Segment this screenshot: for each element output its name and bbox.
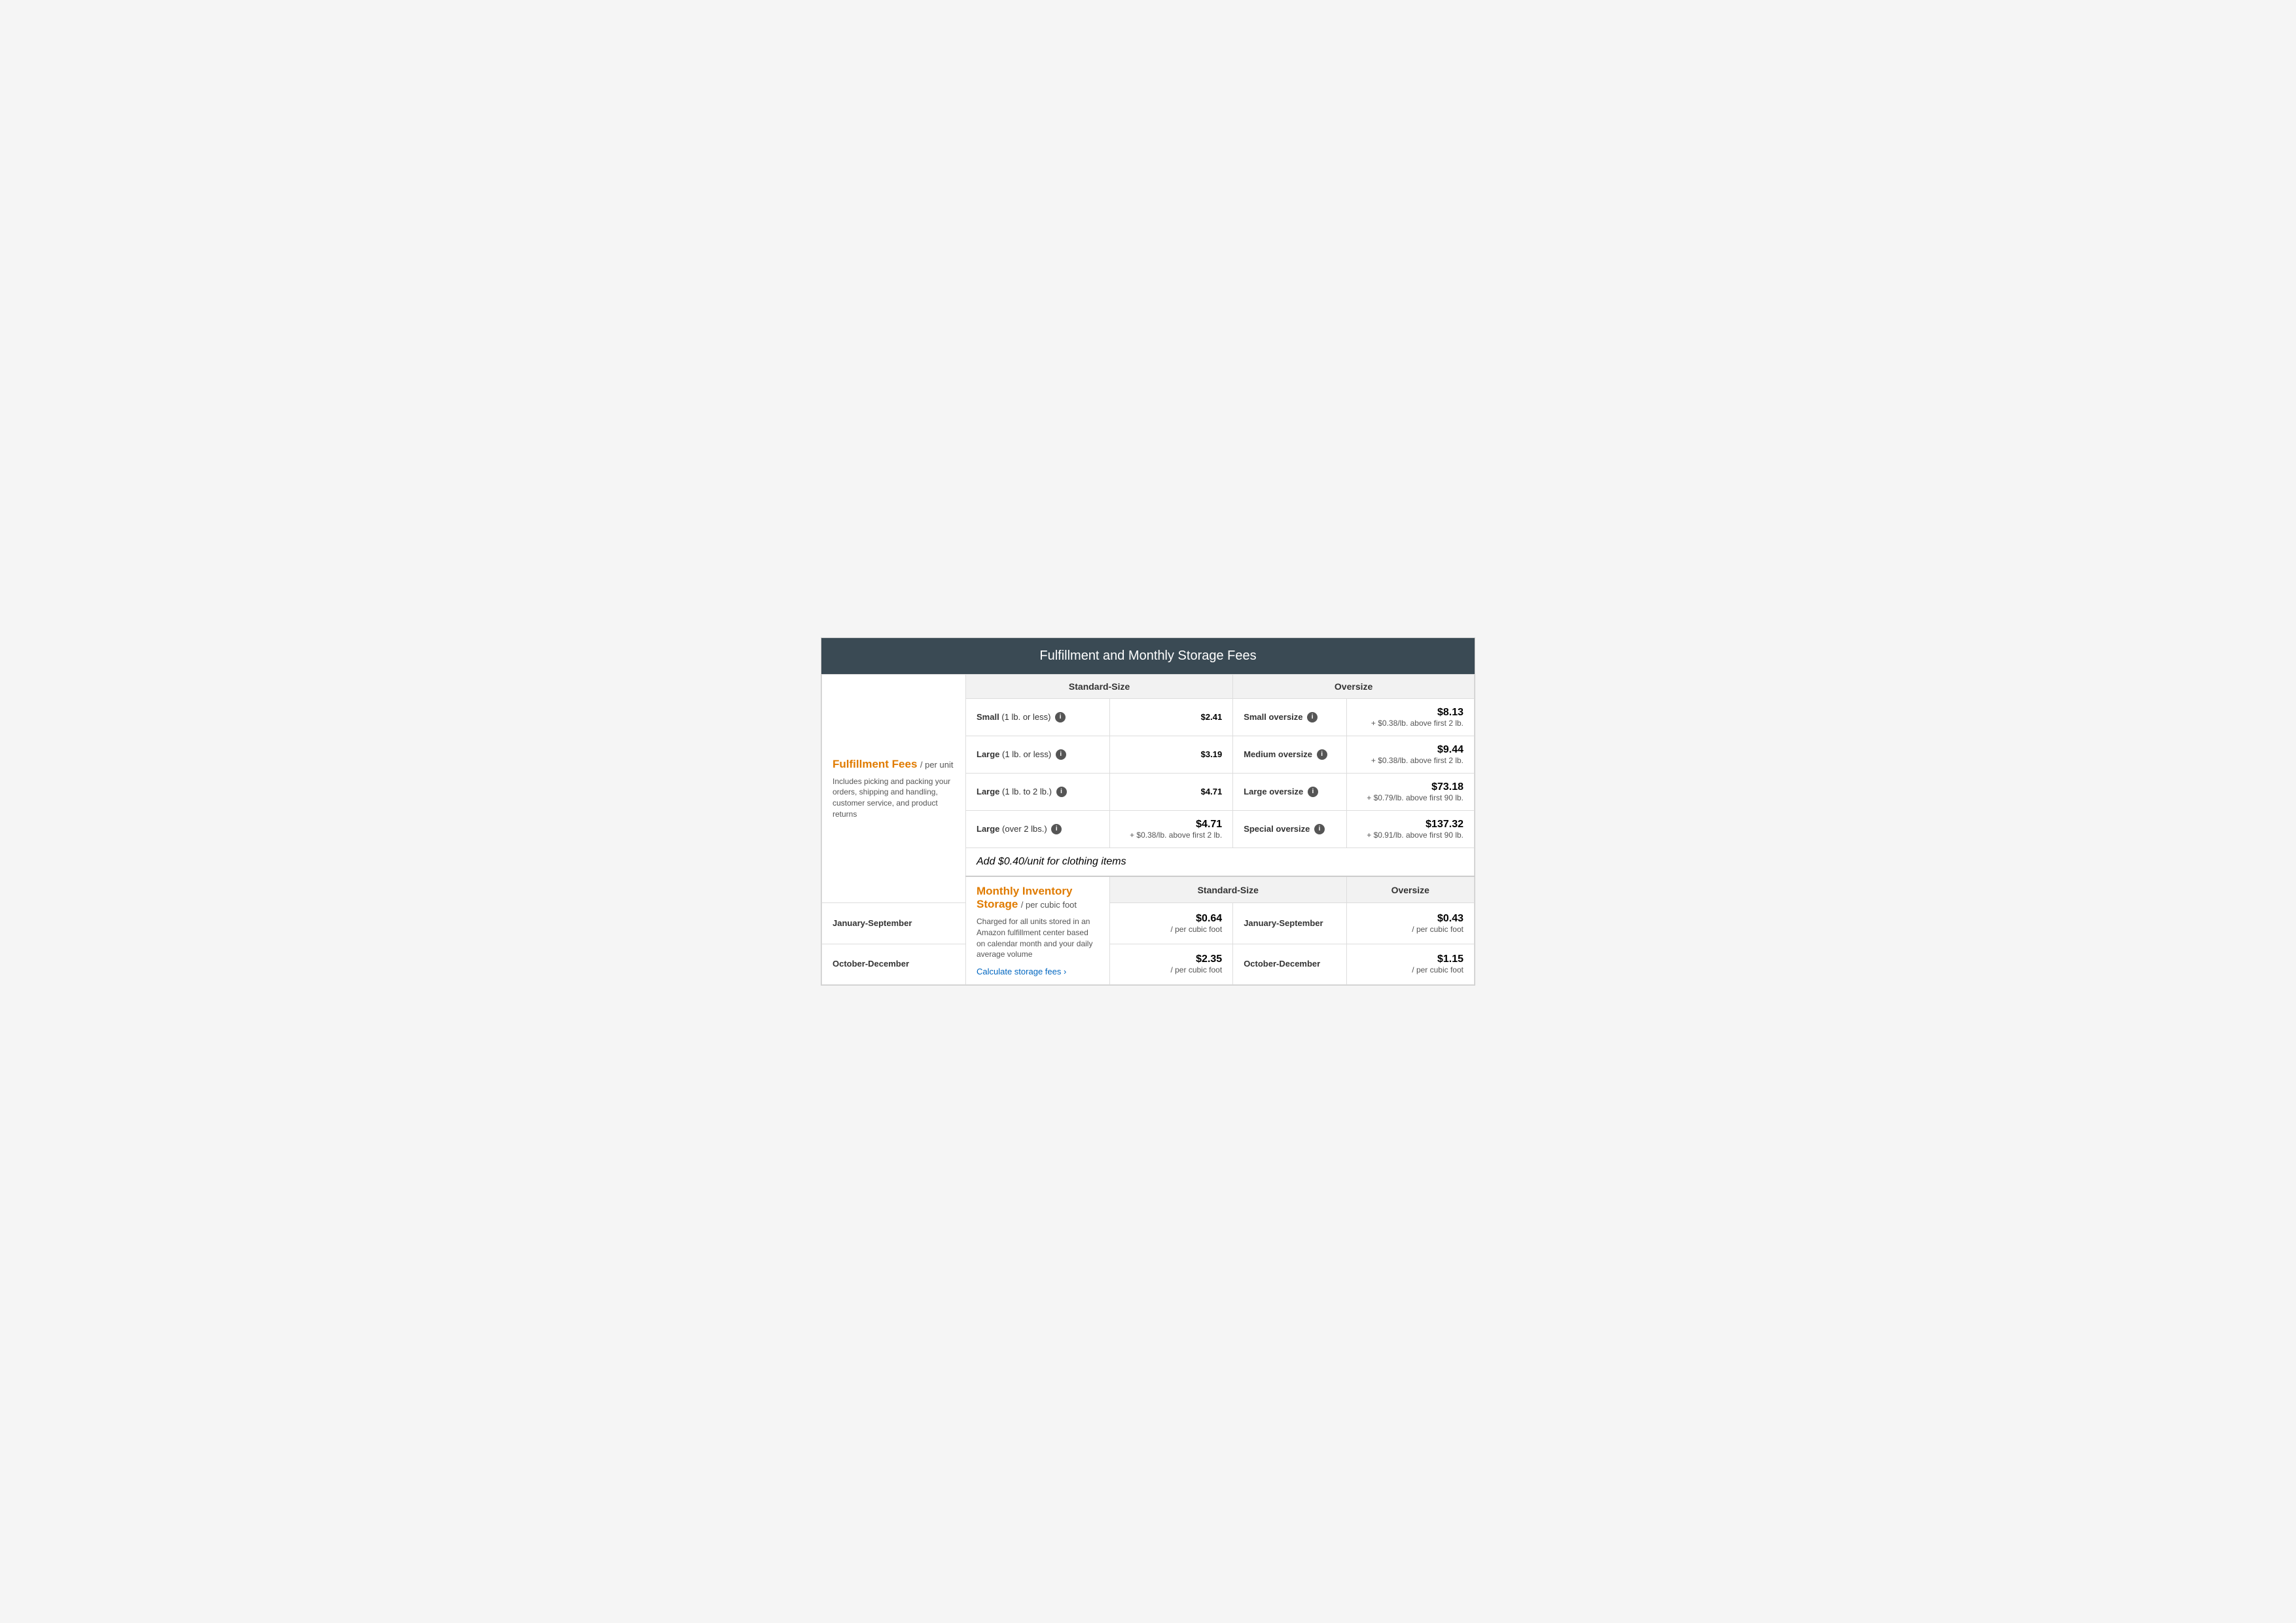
over-name-4: Special oversize i <box>1233 810 1346 847</box>
storage-over-price-1: $0.43 / per cubic foot <box>1346 903 1474 944</box>
storage-std-price-1: $0.64 / per cubic foot <box>1110 903 1233 944</box>
storage-row-2: October-December $2.35 / per cubic foot … <box>822 944 1475 984</box>
clothing-note: Add $0.40/unit for clothing items <box>966 847 1475 876</box>
fulfillment-header-row: Fulfillment Fees / per unit Includes pic… <box>822 674 1475 698</box>
oversize-header: Oversize <box>1233 674 1475 698</box>
storage-over-price-2: $1.15 / per cubic foot <box>1346 944 1474 984</box>
main-container: Fulfillment and Monthly Storage Fees Ful… <box>821 637 1475 986</box>
over-price-2: $9.44 + $0.38/lb. above first 2 lb. <box>1346 736 1474 773</box>
std-price-3: $4.71 <box>1110 773 1233 810</box>
std-price-1: $2.41 <box>1110 698 1233 736</box>
fees-table: Fulfillment Fees / per unit Includes pic… <box>821 674 1475 985</box>
std-size-header: Standard-Size <box>966 674 1233 698</box>
std-name-3: Large (1 lb. to 2 lb.) i <box>966 773 1110 810</box>
fulfillment-label-cell: Fulfillment Fees / per unit Includes pic… <box>822 674 966 903</box>
std-name-1: Small (1 lb. or less) i <box>966 698 1110 736</box>
info-icon-std-1[interactable]: i <box>1055 712 1066 722</box>
info-icon-over-4[interactable]: i <box>1314 824 1325 834</box>
storage-title: Monthly Inventory Storage / per cubic fo… <box>977 885 1099 911</box>
info-icon-over-3[interactable]: i <box>1308 787 1318 797</box>
over-price-1: $8.13 + $0.38/lb. above first 2 lb. <box>1346 698 1474 736</box>
storage-std-price-2: $2.35 / per cubic foot <box>1110 944 1233 984</box>
over-name-2: Medium oversize i <box>1233 736 1346 773</box>
storage-link[interactable]: Calculate storage fees › <box>977 967 1099 976</box>
over-price-3: $73.18 + $0.79/lb. above first 90 lb. <box>1346 773 1474 810</box>
over-name-1: Small oversize i <box>1233 698 1346 736</box>
storage-over-header: Oversize <box>1346 876 1474 903</box>
info-icon-std-4[interactable]: i <box>1051 824 1062 834</box>
page-title: Fulfillment and Monthly Storage Fees <box>821 638 1475 674</box>
storage-over-period-2: October-December <box>1233 944 1346 984</box>
std-price-4: $4.71 + $0.38/lb. above first 2 lb. <box>1110 810 1233 847</box>
storage-std-period-1: January-September <box>822 903 966 944</box>
info-icon-over-2[interactable]: i <box>1317 749 1327 760</box>
storage-std-header: Standard-Size <box>1110 876 1347 903</box>
info-icon-over-1[interactable]: i <box>1307 712 1318 722</box>
std-price-2: $3.19 <box>1110 736 1233 773</box>
info-icon-std-2[interactable]: i <box>1056 749 1066 760</box>
over-price-4: $137.32 + $0.91/lb. above first 90 lb. <box>1346 810 1474 847</box>
storage-label-cell: Monthly Inventory Storage / per cubic fo… <box>966 876 1110 985</box>
info-icon-std-3[interactable]: i <box>1056 787 1067 797</box>
storage-row-1: January-September $0.64 / per cubic foot… <box>822 903 1475 944</box>
std-name-2: Large (1 lb. or less) i <box>966 736 1110 773</box>
storage-std-period-2: October-December <box>822 944 966 984</box>
over-name-3: Large oversize i <box>1233 773 1346 810</box>
storage-over-period-1: January-September <box>1233 903 1346 944</box>
fulfillment-title: Fulfillment Fees / per unit <box>833 758 955 771</box>
std-name-4: Large (over 2 lbs.) i <box>966 810 1110 847</box>
